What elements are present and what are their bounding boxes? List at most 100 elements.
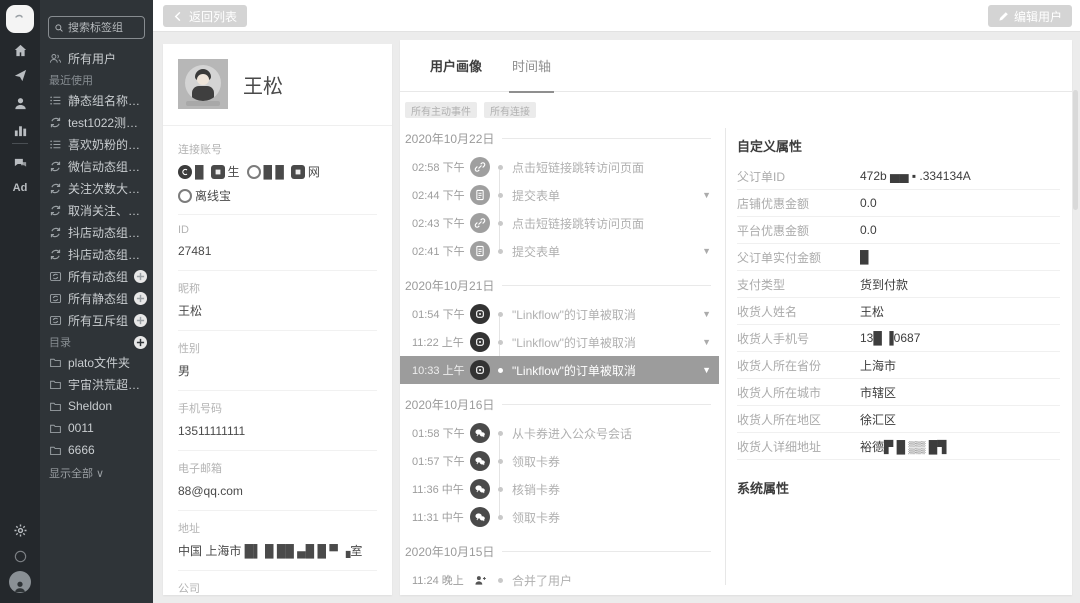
attribute-value: 0.0 xyxy=(860,196,877,210)
expand-caret-icon[interactable]: ▼ xyxy=(702,190,711,200)
timeline-event-row[interactable]: 01:58 下午从卡券进入公众号会话 xyxy=(400,419,725,447)
loop-icon xyxy=(49,226,62,239)
event-text: 合并了用户 xyxy=(512,572,725,589)
add-group-button[interactable] xyxy=(134,314,147,327)
field-label: 昵称 xyxy=(178,280,377,296)
contacts-icon[interactable] xyxy=(0,93,40,113)
field-label: 性别 xyxy=(178,340,377,356)
home-icon[interactable] xyxy=(0,40,40,60)
attribute-row: 店铺优惠金额0.0 xyxy=(737,190,1060,217)
timeline-event-row[interactable]: 02:41 下午提交表单▼ xyxy=(400,237,725,265)
custom-attributes-title: 自定义属性 xyxy=(737,136,1060,155)
timeline-event-row[interactable]: 02:58 下午点击短链接跳转访问页面 xyxy=(400,153,725,181)
sidebar-item-tag-group[interactable]: 关注次数大于等于1... xyxy=(40,177,153,199)
date-divider xyxy=(502,138,711,139)
timeline-date-header: 2020年10月15日 xyxy=(405,543,725,560)
sidebar-group-item[interactable]: 所有互斥组 xyxy=(40,309,153,331)
event-text: 从卡券进入公众号会话 xyxy=(512,425,725,442)
attribute-row: 收货人所在地区徐汇区 xyxy=(737,406,1060,433)
sidebar-folder-item[interactable]: 宇宙洪荒超级无敌... xyxy=(40,373,153,395)
timeline-filter-chip[interactable]: 所有主动事件 xyxy=(405,102,477,118)
analytics-icon[interactable] xyxy=(0,120,40,140)
sidebar-folder-item[interactable]: plato文件夹 xyxy=(40,351,153,373)
timeline-event-row[interactable]: 11:24 晚上合并了用户 xyxy=(400,566,725,594)
timeline-event-row[interactable]: 02:44 下午提交表单▼ xyxy=(400,181,725,209)
folder-label: plato文件夹 xyxy=(68,354,147,371)
profile-field: 手机号码13511111111 xyxy=(178,391,377,451)
chat-icon[interactable] xyxy=(0,153,40,173)
search-input[interactable] xyxy=(68,22,138,34)
timeline-group: 2020年10月16日01:58 下午从卡券进入公众号会话01:57 下午领取卡… xyxy=(400,396,725,531)
sidebar-item-label: 静态组名称静态组... xyxy=(68,92,147,109)
tab-timeline[interactable]: 时间轴 xyxy=(512,40,551,92)
attribute-row: 收货人所在省份上海市 xyxy=(737,352,1060,379)
add-directory-button[interactable] xyxy=(134,336,147,349)
event-dot xyxy=(498,515,503,520)
timeline-filter-chip[interactable]: 所有连接 xyxy=(484,102,536,118)
account-ring-icon xyxy=(247,165,261,179)
ad-icon[interactable]: Ad xyxy=(0,178,40,198)
rail-divider xyxy=(12,143,28,144)
sidebar-item-tag-group[interactable]: 抖店动态组测试 xyxy=(40,221,153,243)
timeline-event-row[interactable]: 10:33 上午"Linkflow"的订单被取消▼ xyxy=(400,356,719,384)
expand-caret-icon[interactable]: ▼ xyxy=(702,309,711,319)
group-icon xyxy=(49,314,62,327)
add-group-button[interactable] xyxy=(134,270,147,283)
user-avatar[interactable] xyxy=(0,572,40,592)
connected-account[interactable]: 网 xyxy=(291,163,320,180)
timeline-event-row[interactable]: 11:22 上午"Linkflow"的订单被取消▼ xyxy=(400,328,725,356)
detail-tabs: 用户画像 时间轴 xyxy=(400,40,1072,92)
account-app-icon xyxy=(178,165,192,179)
connected-account[interactable]: █ xyxy=(178,165,204,179)
expand-caret-icon[interactable]: ▼ xyxy=(702,365,711,375)
sidebar-item-tag-group[interactable]: 取消关注、通过扫... xyxy=(40,199,153,221)
recent-list: 静态组名称静态组... test1022测试小程...喜欢奶粉的人讷讷呢微信动态组… xyxy=(40,89,153,265)
attribute-row: 父订单ID472b ▅▅ ▪ .334134A xyxy=(737,163,1060,190)
date-divider xyxy=(502,551,711,552)
attribute-value: 上海市 xyxy=(860,357,896,374)
attribute-row: 平台优惠金额0.0 xyxy=(737,217,1060,244)
timeline-event-row[interactable]: 01:54 下午"Linkflow"的订单被取消▼ xyxy=(400,300,725,328)
sidebar-group-item[interactable]: 所有动态组 xyxy=(40,265,153,287)
field-label: 手机号码 xyxy=(178,400,377,416)
show-all-toggle[interactable]: 显示全部 ∨ xyxy=(40,461,153,485)
folder-icon xyxy=(49,422,62,435)
sidebar-item-tag-group[interactable]: 微信动态组测试 xyxy=(40,155,153,177)
edit-user-button[interactable]: 编辑用户 xyxy=(988,5,1072,27)
sidebar-folder-item[interactable]: 6666 xyxy=(40,439,153,461)
sidebar-item-tag-group[interactable]: test1022测试小程... xyxy=(40,111,153,133)
sidebar-item-tag-group[interactable]: 静态组名称静态组... xyxy=(40,89,153,111)
sidebar-item-tag-group[interactable]: 喜欢奶粉的人讷讷呢 xyxy=(40,133,153,155)
sidebar-item-tag-group[interactable]: 抖店动态组测试1 xyxy=(40,243,153,265)
timeline-date: 2020年10月22日 xyxy=(405,130,494,147)
account-app-icon xyxy=(211,165,225,179)
timeline-event-row[interactable]: 11:36 中午核销卡券 xyxy=(400,475,725,503)
add-group-button[interactable] xyxy=(134,292,147,305)
loop-icon xyxy=(49,204,62,217)
connected-account[interactable]: █ █ xyxy=(247,165,284,179)
account-label: 网 xyxy=(308,163,320,180)
help-icon[interactable] xyxy=(0,546,40,566)
event-time: 11:31 中午 xyxy=(412,509,470,525)
field-value: 88@qq.com xyxy=(178,482,377,500)
sidebar-group-item[interactable]: 所有静态组 xyxy=(40,287,153,309)
event-text: 提交表单 xyxy=(512,187,702,204)
detail-card: 用户画像 时间轴 所有主动事件所有连接 2020年10月22日 02:58 下午点… xyxy=(400,40,1072,595)
send-icon[interactable] xyxy=(0,65,40,85)
settings-gear-icon[interactable] xyxy=(0,520,40,540)
connected-account[interactable]: 离线宝 xyxy=(178,187,231,204)
tab-user-portrait[interactable]: 用户画像 xyxy=(430,40,482,92)
expand-caret-icon[interactable]: ▼ xyxy=(702,246,711,256)
app-logo-icon[interactable] xyxy=(6,5,34,33)
sidebar-item-all-users[interactable]: 所有用户 xyxy=(40,47,153,69)
timeline-event-row[interactable]: 02:43 下午点击短链接跳转访问页面 xyxy=(400,209,725,237)
timeline-event-row[interactable]: 01:57 下午领取卡券 xyxy=(400,447,725,475)
scrollbar-thumb[interactable] xyxy=(1073,90,1078,210)
back-to-list-button[interactable]: 返回列表 xyxy=(163,5,247,27)
connected-account[interactable]: 生 xyxy=(211,163,240,180)
expand-caret-icon[interactable]: ▼ xyxy=(702,337,711,347)
sidebar-folder-item[interactable]: Sheldon xyxy=(40,395,153,417)
timeline-group: 2020年10月21日01:54 下午"Linkflow"的订单被取消▼11:2… xyxy=(400,277,725,384)
sidebar-folder-item[interactable]: 0011 xyxy=(40,417,153,439)
timeline-event-row[interactable]: 11:31 中午领取卡券 xyxy=(400,503,725,531)
